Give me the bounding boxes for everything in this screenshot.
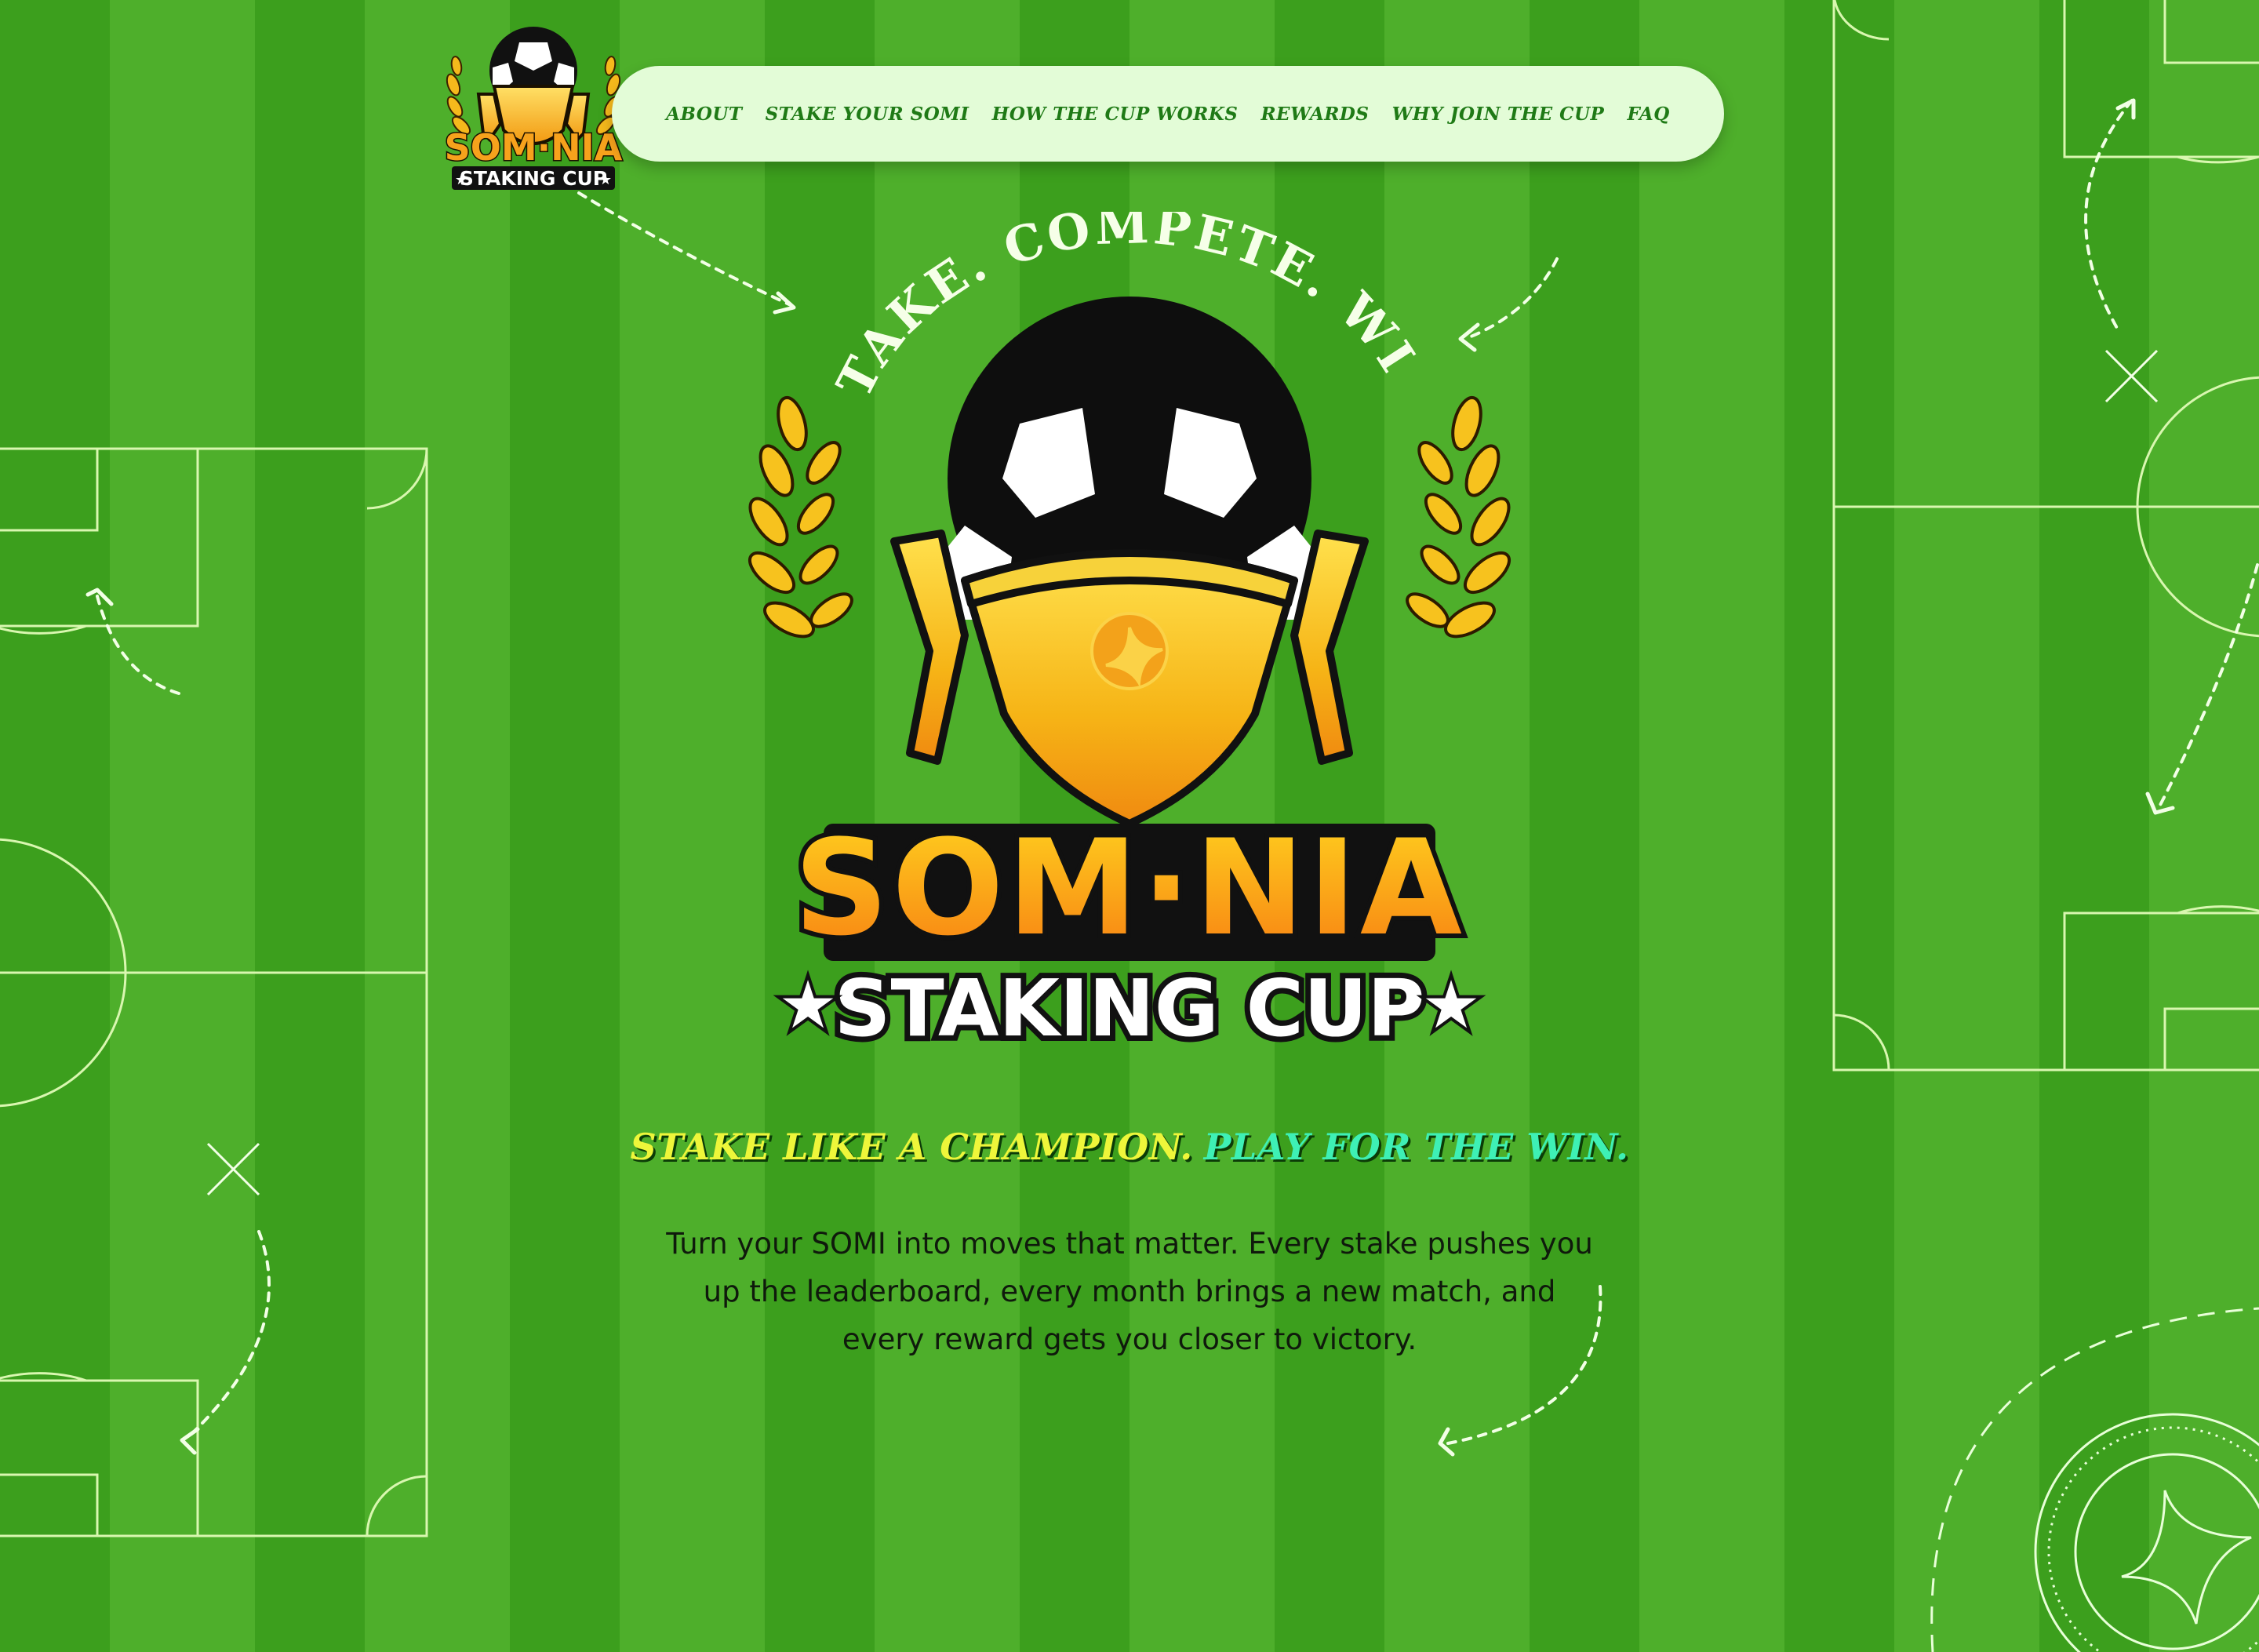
somnia-mark-icon <box>2121 1490 2252 1625</box>
nav-link-how-the-cup-works[interactable]: HOW THE CUP WORKS <box>992 104 1239 125</box>
somnia-mark-icon <box>1090 612 1169 690</box>
svg-text:STAKING CUP: STAKING CUP <box>834 962 1424 1054</box>
main-nav: ABOUT STAKE YOUR SOMI HOW THE CUP WORKS … <box>612 66 1724 162</box>
tagline-part-2: PLAY FOR THE WIN. <box>1203 1126 1629 1168</box>
star-icon: ★ <box>778 966 837 1043</box>
nav-logo[interactable]: SOM·NIA STAKING CUP ★ ★ <box>438 22 629 196</box>
nav-link-rewards[interactable]: REWARDS <box>1260 104 1369 125</box>
hero-intro-text: Turn your SOMI into moves that matter. E… <box>666 1227 1593 1356</box>
svg-text:★: ★ <box>455 172 467 187</box>
svg-text:SOM·NIA: SOM·NIA <box>445 126 623 169</box>
nav-link-faq[interactable]: FAQ <box>1627 104 1669 125</box>
nav-logo-wordmark: SOM·NIA STAKING CUP ★ ★ <box>443 126 624 190</box>
star-icon: ★ <box>1421 966 1480 1043</box>
hero-tagline: STAKE LIKE A CHAMPION. PLAY FOR THE WIN. <box>0 1126 2259 1168</box>
hero-wordmark: SOM·NIA STAKING CUP ★ ★ <box>775 806 1483 1060</box>
tagline-part-1: STAKE LIKE A CHAMPION. <box>630 1126 1193 1168</box>
hero-logo: STAKE. COMPETE. WIN. <box>706 212 1511 1060</box>
svg-text:SOM·NIA: SOM·NIA <box>794 811 1465 965</box>
svg-text:STAKING CUP: STAKING CUP <box>460 167 607 190</box>
nav-link-why-join-the-cup[interactable]: WHY JOIN THE CUP <box>1392 104 1605 125</box>
nav-link-stake-your-somi[interactable]: STAKE YOUR SOMI <box>766 104 969 125</box>
nav-link-about[interactable]: ABOUT <box>666 104 742 125</box>
svg-text:★: ★ <box>599 172 612 187</box>
